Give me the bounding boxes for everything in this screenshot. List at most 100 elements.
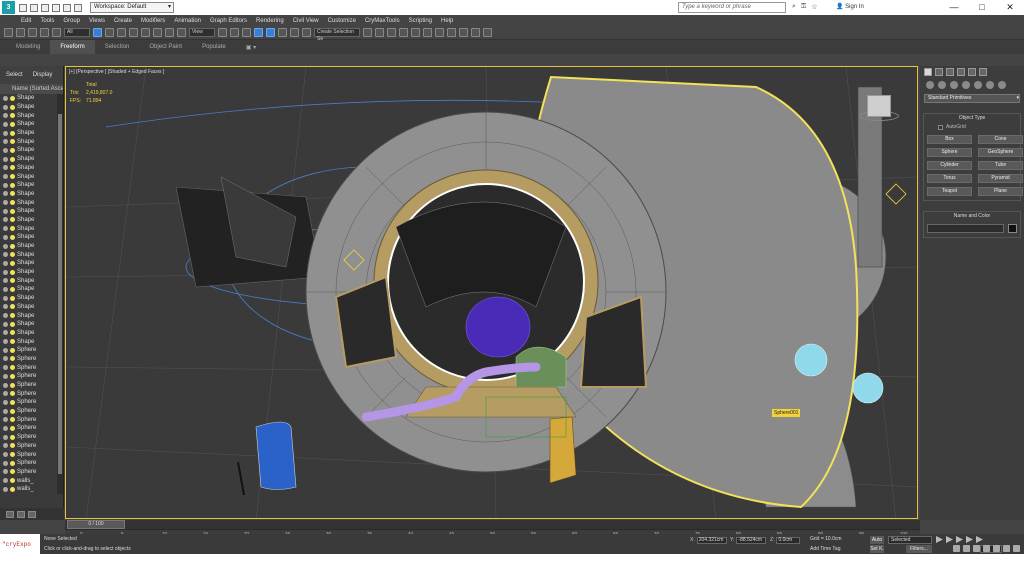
box-button[interactable]: Box xyxy=(927,135,972,144)
menu-views[interactable]: Views xyxy=(89,18,105,24)
freeze-icon[interactable] xyxy=(10,460,15,466)
named-selection-dropdown[interactable]: Create Selection Se xyxy=(314,28,360,42)
create-tab-icon[interactable] xyxy=(924,68,932,76)
auto-key-button[interactable]: Auto xyxy=(870,536,884,544)
tab-populate[interactable]: Populate xyxy=(192,44,236,50)
modify-tab-icon[interactable] xyxy=(935,68,943,76)
tree-item[interactable]: Sphere xyxy=(0,381,63,390)
sign-in-link[interactable]: 👤 Sign In xyxy=(836,2,864,13)
menu-customize[interactable]: Customize xyxy=(328,18,356,24)
spacewarps-icon[interactable] xyxy=(986,81,994,89)
star-icon[interactable]: ☆ xyxy=(811,3,817,11)
tab-freeform[interactable]: Freeform xyxy=(50,40,95,54)
freeze-icon[interactable] xyxy=(10,373,15,379)
visibility-icon[interactable] xyxy=(3,217,8,223)
tree-item[interactable]: Shape xyxy=(0,329,63,338)
freeze-icon[interactable] xyxy=(10,339,15,345)
save-file-icon[interactable] xyxy=(41,3,49,12)
tree-item[interactable]: Shape xyxy=(0,207,63,216)
reference-coordinate-dropdown[interactable]: View xyxy=(189,28,215,37)
angle-snap-icon[interactable] xyxy=(266,28,275,37)
spinner-snap-icon[interactable] xyxy=(290,28,299,37)
freeze-icon[interactable] xyxy=(10,434,15,440)
zoom-extents-icon[interactable] xyxy=(973,545,980,552)
freeze-icon[interactable] xyxy=(10,452,15,458)
tree-item[interactable]: Shape xyxy=(0,146,63,155)
freeze-icon[interactable] xyxy=(10,313,15,319)
percent-snap-icon[interactable] xyxy=(278,28,287,37)
mirror-icon[interactable] xyxy=(363,28,372,37)
time-slider-thumb[interactable]: 0 / 100 xyxy=(67,520,125,529)
visibility-icon[interactable] xyxy=(3,174,8,180)
geometry-icon[interactable] xyxy=(926,81,934,89)
edit-named-selection-icon[interactable] xyxy=(302,28,311,37)
minimize-button[interactable]: — xyxy=(940,0,968,15)
viewport-label[interactable]: [+] [Perspective ] [Shaded + Edged Faces… xyxy=(69,69,164,75)
material-editor-icon[interactable] xyxy=(447,28,456,37)
freeze-icon[interactable] xyxy=(10,243,15,249)
open-file-icon[interactable] xyxy=(30,3,38,12)
freeze-icon[interactable] xyxy=(10,165,15,171)
selection-filter-dropdown[interactable]: All xyxy=(64,28,90,37)
lights-icon[interactable] xyxy=(950,81,958,89)
object-name-input[interactable] xyxy=(927,224,1004,233)
shapes-icon[interactable] xyxy=(938,81,946,89)
tree-item[interactable]: Shape xyxy=(0,294,63,303)
freeze-icon[interactable] xyxy=(10,191,15,197)
tree-item[interactable]: Sphere xyxy=(0,424,63,433)
tree-item[interactable]: Shape xyxy=(0,320,63,329)
teapot-button[interactable]: Teapot xyxy=(927,187,972,196)
sphere-button[interactable]: Sphere xyxy=(927,148,972,157)
cone-button[interactable]: Cone xyxy=(978,135,1023,144)
cylinder-button[interactable]: Cylinder xyxy=(927,161,972,170)
visibility-icon[interactable] xyxy=(3,104,8,110)
redo-icon[interactable] xyxy=(16,28,25,37)
tree-item[interactable]: Shape xyxy=(0,285,63,294)
freeze-icon[interactable] xyxy=(10,156,15,162)
explorer-column-header[interactable]: Name (Sorted Ascending) xyxy=(0,84,63,94)
helpers-icon[interactable] xyxy=(974,81,982,89)
freeze-icon[interactable] xyxy=(10,356,15,362)
orbit-icon[interactable] xyxy=(1003,545,1010,552)
visibility-icon[interactable] xyxy=(3,452,8,458)
visibility-icon[interactable] xyxy=(3,382,8,388)
tree-item[interactable]: Shape xyxy=(0,303,63,312)
field-of-view-icon[interactable] xyxy=(983,545,990,552)
visibility-icon[interactable] xyxy=(3,165,8,171)
tree-item[interactable]: Shape xyxy=(0,259,63,268)
visibility-icon[interactable] xyxy=(3,200,8,206)
maximize-button[interactable]: □ xyxy=(968,0,996,15)
rectangular-region-icon[interactable] xyxy=(117,28,126,37)
display-tab-icon[interactable] xyxy=(968,68,976,76)
visibility-icon[interactable] xyxy=(3,234,8,240)
viewcube-icon[interactable] xyxy=(867,95,891,117)
freeze-icon[interactable] xyxy=(10,391,15,397)
freeze-icon[interactable] xyxy=(10,478,15,484)
tree-item[interactable]: Shape xyxy=(0,216,63,225)
schematic-view-icon[interactable] xyxy=(435,28,444,37)
tree-item[interactable]: walls_ xyxy=(0,476,63,485)
visibility-icon[interactable] xyxy=(3,278,8,284)
search-input[interactable]: Type a keyword or phrase xyxy=(678,2,786,13)
freeze-icon[interactable] xyxy=(10,260,15,266)
visibility-icon[interactable] xyxy=(3,373,8,379)
freeze-icon[interactable] xyxy=(10,486,15,492)
set-key-button[interactable]: Set K. xyxy=(870,545,884,553)
visibility-icon[interactable] xyxy=(3,417,8,423)
unlink-icon[interactable] xyxy=(40,28,49,37)
freeze-icon[interactable] xyxy=(10,139,15,145)
visibility-icon[interactable] xyxy=(3,313,8,319)
freeze-icon[interactable] xyxy=(10,121,15,127)
bind-spacewarp-icon[interactable] xyxy=(52,28,61,37)
key-filter-dropdown[interactable]: Selected xyxy=(888,536,932,544)
tree-item[interactable]: Sphere xyxy=(0,442,63,451)
visibility-icon[interactable] xyxy=(3,469,8,475)
tree-item[interactable]: Shape xyxy=(0,155,63,164)
link-icon[interactable] xyxy=(28,28,37,37)
visibility-icon[interactable] xyxy=(3,434,8,440)
rendered-frame-icon[interactable] xyxy=(471,28,480,37)
menu-help[interactable]: Help xyxy=(441,18,453,24)
visibility-icon[interactable] xyxy=(3,95,8,101)
tree-item[interactable]: Sphere xyxy=(0,355,63,364)
tree-item[interactable]: Sphere xyxy=(0,459,63,468)
